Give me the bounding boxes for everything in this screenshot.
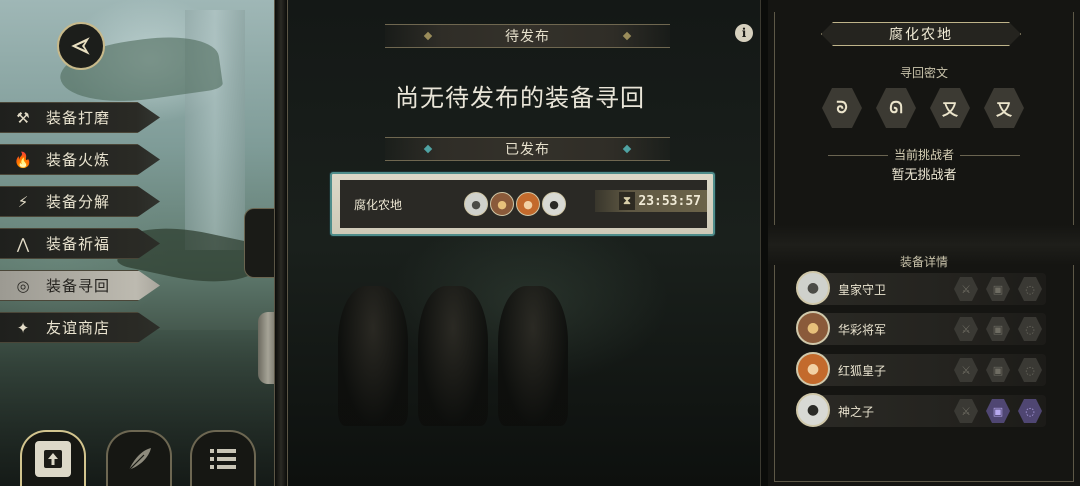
trinket-slot-icon[interactable]: ◌ [1018, 317, 1042, 341]
equip-label: 装备详情 [899, 255, 948, 269]
challenger-header: 当前挑战者 [768, 146, 1080, 163]
collapsed-panel-tab[interactable] [244, 208, 276, 278]
hammer-icon: ⚒ [16, 108, 30, 127]
menu-item-label: 装备分解 [46, 193, 111, 211]
published-retrieval-card[interactable]: 腐化农地 ● ● ● ● ⧗ 23:53:57 [330, 172, 715, 236]
menu-item-forge[interactable]: 🔥 装备火炼 [0, 144, 160, 175]
hero-avatar: ● [516, 192, 540, 216]
hero-name: 皇家守卫 [838, 283, 887, 297]
background-character [338, 286, 408, 426]
background-character [498, 286, 568, 426]
hero-avatar: ● [490, 192, 514, 216]
feather-icon [121, 441, 157, 477]
divider-line [960, 155, 1020, 156]
challenger-value: 暂无挑战者 [891, 168, 957, 183]
armor-slot-icon[interactable]: ▣ [986, 358, 1010, 382]
diamond-ornament-icon [423, 31, 433, 41]
cipher-glyph-row: ᘐ ᘏ 又 又 [822, 88, 1024, 128]
menu-item-bless[interactable]: ⋀ 装备祈福 [0, 228, 160, 259]
countdown-value: 23:53:57 [638, 193, 701, 209]
fox-icon: ✦ [16, 318, 30, 337]
feather-tab-button[interactable] [106, 430, 172, 486]
menu-item-retrieve[interactable]: ◎ 装备寻回 [0, 270, 160, 301]
weapon-slot-icon[interactable]: ⚔ [954, 317, 978, 341]
equip-row[interactable]: ● 皇家守卫 ⚔ ▣ ◌ [796, 271, 1046, 305]
list-tab-button[interactable] [190, 430, 256, 486]
cipher-glyph-icon: ᘏ [876, 88, 916, 128]
weapon-slot-icon[interactable]: ⚔ [954, 277, 978, 301]
info-button[interactable]: i [735, 24, 753, 42]
panel-divider [760, 0, 768, 486]
hero-avatar: ● [542, 192, 566, 216]
cipher-glyph-icon: 又 [930, 88, 970, 128]
armor-slot-icon[interactable]: ▣ [986, 399, 1010, 423]
published-header-label: 已发布 [505, 142, 550, 158]
hero-name: 华彩将军 [838, 323, 887, 337]
hero-portrait-icon: ● [549, 197, 559, 211]
upload-tab-button[interactable] [20, 430, 86, 486]
menu-item-label: 装备打磨 [46, 109, 111, 127]
divider-line [827, 155, 888, 156]
trinket-slot-icon[interactable]: ◌ [1018, 399, 1042, 423]
hero-avatar: ● [796, 352, 830, 386]
background-scene-center [278, 0, 768, 486]
menu-item-label: 装备火炼 [46, 151, 111, 169]
countdown-timer: ⧗ 23:53:57 [595, 190, 707, 212]
cipher-glyph-icon: 又 [984, 88, 1024, 128]
hero-avatar: ● [796, 311, 830, 345]
menu-item-label: 装备祈福 [46, 235, 111, 253]
trinket-slot-icon[interactable]: ◌ [1018, 277, 1042, 301]
compass-arrow-icon [68, 34, 93, 58]
weapon-slot-icon[interactable]: ⚔ [954, 358, 978, 382]
equip-row[interactable]: ● 神之子 ⚔ ▣ ◌ [796, 393, 1046, 427]
hero-avatar: ● [796, 393, 830, 427]
weapon-slot-icon[interactable]: ⚔ [954, 399, 978, 423]
hero-avatar: ● [796, 271, 830, 305]
equip-row[interactable]: ● 红狐皇子 ⚔ ▣ ◌ [796, 352, 1046, 386]
region-detail-panel: 腐化农地 寻回密文 ᘐ ᘏ 又 又 当前挑战者 暂无挑战者 装备详情 ● 皇家守… [768, 0, 1080, 486]
diamond-ornament-icon [423, 144, 433, 154]
pray-icon: ⋀ [16, 234, 30, 253]
hero-avatar: ● [464, 192, 488, 216]
diamond-ornament-icon [622, 144, 632, 154]
armor-slot-icon[interactable]: ▣ [986, 277, 1010, 301]
published-region-name: 腐化农地 [354, 197, 403, 212]
armor-slot-icon[interactable]: ▣ [986, 317, 1010, 341]
hero-name: 红狐皇子 [838, 364, 887, 378]
hero-portrait-icon: ● [497, 197, 507, 211]
menu-item-polish[interactable]: ⚒ 装备打磨 [0, 102, 160, 133]
diamond-ornament-icon [622, 31, 632, 41]
cipher-glyph-icon: ᘐ [822, 88, 862, 128]
menu-item-label: 装备寻回 [46, 277, 111, 295]
hero-portrait-icon: ● [471, 197, 481, 211]
published-header: 已发布 [385, 137, 670, 161]
hero-portrait-icon: ● [523, 197, 533, 211]
hourglass-icon: ⧗ [619, 192, 635, 210]
hero-portrait-icon: ● [806, 402, 820, 418]
hero-portrait-icon: ● [806, 361, 820, 377]
trinket-slot-icon[interactable]: ◌ [1018, 358, 1042, 382]
menu-item-label: 友谊商店 [46, 319, 111, 337]
region-title: 腐化农地 [821, 22, 1021, 46]
pending-empty-message: 尚无待发布的装备寻回 [395, 84, 645, 112]
split-icon: ⚡ [17, 192, 29, 211]
panel-divider [274, 0, 288, 486]
hero-name: 神之子 [838, 405, 875, 419]
menu-item-dismantle[interactable]: ⚡ 装备分解 [0, 186, 160, 217]
target-icon: ◎ [16, 276, 30, 295]
pending-header-label: 待发布 [505, 29, 550, 45]
cipher-label: 寻回密文 [899, 66, 948, 80]
home-button[interactable] [57, 22, 105, 70]
pending-header: 待发布 [385, 24, 670, 48]
challenger-label: 当前挑战者 [893, 148, 954, 162]
upload-icon [35, 441, 71, 477]
background-character [418, 286, 488, 426]
menu-item-friendship-shop[interactable]: ✦ 友谊商店 [0, 312, 160, 343]
list-icon [205, 441, 241, 477]
flame-icon: 🔥 [13, 150, 33, 169]
equip-row[interactable]: ● 华彩将军 ⚔ ▣ ◌ [796, 311, 1046, 345]
hero-portrait-icon: ● [806, 320, 820, 336]
hero-portrait-icon: ● [806, 280, 820, 296]
